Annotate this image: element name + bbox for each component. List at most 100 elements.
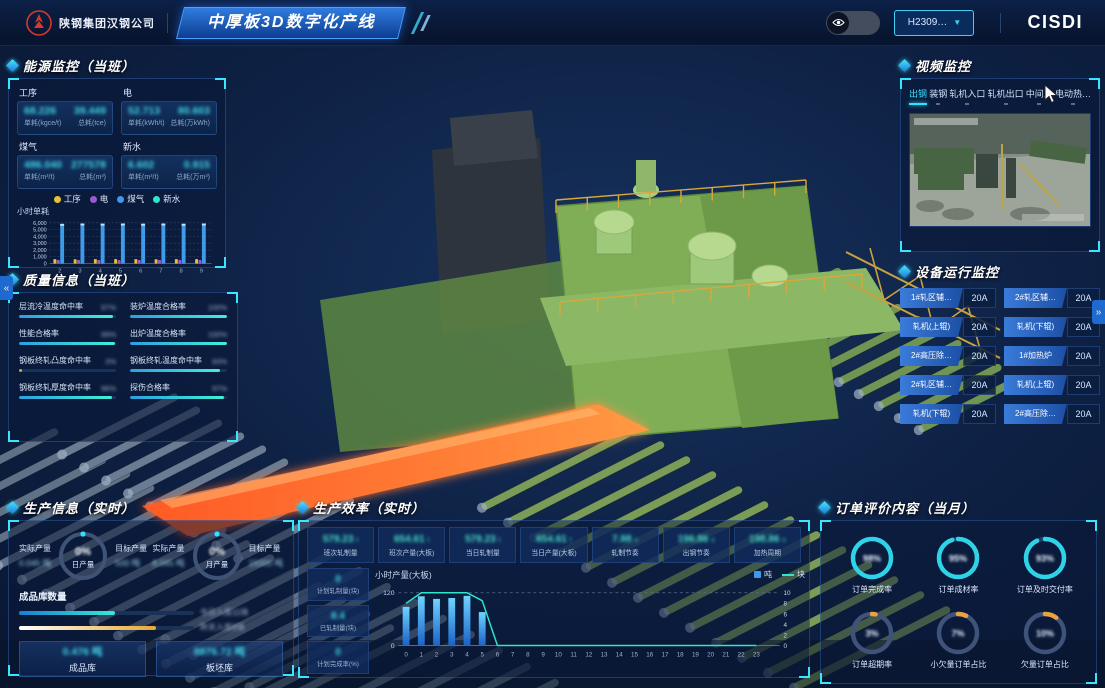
video-tab-4[interactable]: 中间冷 [1026,87,1053,105]
energy-card: 6.602单耗(m³/t)0.915总耗(万m³) [121,155,217,189]
inventory-card-label: 成品库 [69,661,96,674]
equipment-row: 1#加热炉20A [1004,346,1100,366]
equipment-label-button[interactable]: 1#加热炉 [1004,346,1067,366]
cisdi-logo: CISDI [1027,12,1083,33]
diamond-icon [6,501,19,514]
energy-value: 39.449 [74,105,106,117]
energy-value: 52.713 [128,105,160,117]
energy-unit-label: 总耗(万kWh) [170,118,210,128]
panel-video-monitor: 视频监控 出钢装钢轧机入口轧机出口中间冷电动热… [900,56,1100,252]
svg-text:0: 0 [784,643,788,650]
svg-text:2: 2 [435,651,439,658]
energy-value: 80.603 [178,105,210,117]
panel-title: 质量信息（当班） [23,270,135,289]
actual-value: 0.045 吨 [19,557,51,569]
video-tab-3[interactable]: 轧机出口 [988,87,1024,105]
equipment-row: 轧机(下辊)20A [900,404,996,424]
company-logo-icon [26,10,52,36]
equipment-current-value: 20A [963,404,996,424]
equipment-label-button[interactable]: 轧机(下辊) [900,404,963,424]
equipment-current-value: 20A [1067,346,1100,366]
stat-label: 加热周期 [754,547,781,557]
panel-title: 订单评价内容（当月） [835,498,975,517]
svg-text:1: 1 [420,651,424,658]
equipment-label-button[interactable]: 2#高压除… [1004,404,1067,424]
quality-bar-fill [19,369,22,372]
donut-chart: 98% [848,534,896,582]
energy-unit-label: 单耗(m³/t) [24,172,55,182]
left-collapse-handle[interactable]: « [0,276,13,300]
donut-label: 订单超期率 [852,659,892,670]
equipment-label-button[interactable]: 轧机(上辊) [900,317,963,337]
efficiency-stat: 579.23 t班次轧制量 [307,527,374,563]
equipment-label-button[interactable]: 轧机(下辊) [1004,317,1067,337]
svg-text:22: 22 [738,651,745,658]
energy-card-工序: 工序68.226单耗(kgce/t)39.449总耗(tce) [17,85,113,135]
equipment-label-button[interactable]: 1#轧区辅… [900,288,963,308]
company-name: 陕钢集团汉钢公司 [59,15,155,31]
energy-value: 0.915 [184,159,210,171]
svg-text:6,000: 6,000 [33,221,47,227]
order-donut: 95%订单成材率 [915,527,1001,602]
energy-chart-ylabel: 小时单耗 [17,206,217,217]
svg-text:3,000: 3,000 [33,241,47,247]
video-tab-0[interactable]: 出钢 [909,87,927,105]
legend-item: 工序 [54,193,81,205]
legend-item: 块 [782,569,805,580]
energy-unit-label: 总耗(万m³) [176,172,210,182]
quality-bar-fill [130,369,220,372]
quality-value: 100% [208,303,227,312]
equipment-row: 轧机(下辊)20A [1004,317,1100,337]
equipment-label-button[interactable]: 2#轧区辅… [900,375,963,395]
mini-label: 计划完成率(%) [317,659,359,668]
donut-chart: 3% [848,609,896,657]
production-gauge: 实际产量0.045 吨0%日产量目标产量500 吨 [19,529,147,583]
efficiency-mini-stat: 0计划完成率(%) [307,641,369,674]
visibility-toggle[interactable] [826,11,880,35]
stat-label: 当日产量(大板) [531,547,576,557]
energy-unit-label: 总耗(tce) [78,118,106,128]
mini-label: 计划轧制量(块) [317,586,360,595]
quality-label: 出炉温度合格率 [130,328,186,339]
right-collapse-handle[interactable]: » [1092,300,1105,324]
video-tab-2[interactable]: 轧机入口 [949,87,985,105]
panel-energy-monitor: 能源监控（当班） 工序68.226单耗(kgce/t)39.449总耗(tce)… [8,56,226,268]
svg-text:17: 17 [661,651,668,658]
inventory-bar-label: 昨天入库8块 [200,622,244,633]
quality-item: 钢板终轧凸度命中率3% [19,355,116,372]
quality-value: 93% [212,357,227,366]
svg-text:2: 2 [784,632,788,639]
video-tab-1[interactable]: 装钢 [929,87,947,105]
energy-value: 68.226 [24,105,56,117]
diamond-icon [898,59,911,72]
heat-number-dropdown[interactable]: H2309…▼ [894,10,974,36]
energy-unit-label: 单耗(kgce/t) [24,118,61,128]
diamond-icon [6,59,19,72]
svg-text:月产量: 月产量 [205,559,228,569]
energy-group-label: 电 [123,86,217,99]
equipment-current-value: 20A [1067,404,1100,424]
stat-label: 轧制节奏 [612,547,639,557]
svg-text:10: 10 [784,590,792,597]
equipment-current-value: 20A [963,346,996,366]
video-tab-5[interactable]: 电动热… [1055,87,1091,105]
equipment-label-button[interactable]: 轧机(上辊) [1004,375,1067,395]
quality-label: 钢板终轧厚度命中率 [19,382,91,393]
donut-label: 小欠量订单占比 [930,659,986,670]
quality-bar [130,396,227,399]
video-tabs: 出钢装钢轧机入口轧机出口中间冷电动热… [909,87,1091,105]
panel-equipment-monitor: 设备运行监控 1#轧区辅…20A2#轧区辅…20A轧机(上辊)20A轧机(下辊)… [900,262,1100,424]
equipment-row: 轧机(上辊)20A [900,317,996,337]
svg-text:5: 5 [480,651,484,658]
quality-bar [19,342,116,345]
svg-text:0: 0 [404,651,408,658]
energy-card-煤气: 煤气486.040单耗(m³/t)277578总耗(m³) [17,139,113,189]
equipment-current-value: 20A [1067,375,1100,395]
video-feed[interactable] [909,113,1091,227]
hour-chart-title: 小时产量(大板) [375,569,432,581]
diamond-icon [898,265,911,278]
equipment-label-button[interactable]: 2#轧区辅… [1004,288,1067,308]
svg-text:20: 20 [707,651,714,658]
equipment-label-button[interactable]: 2#高压除… [900,346,963,366]
svg-text:16: 16 [646,651,653,658]
